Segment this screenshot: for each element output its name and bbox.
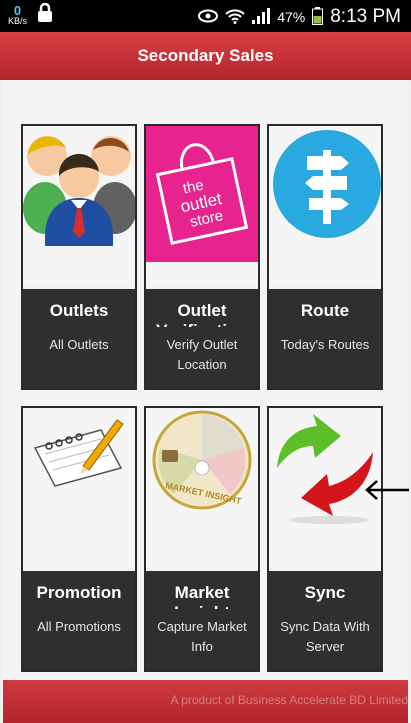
footer: A product of Business Accelerate BD Limi… bbox=[3, 680, 408, 723]
data-rate-value: 0 bbox=[13, 2, 22, 18]
battery-percent: 47% bbox=[277, 9, 306, 25]
sync-panel: Sync Sync Data With Server bbox=[269, 571, 381, 670]
promotion-tile[interactable]: Promotion All Promotions bbox=[21, 406, 137, 672]
promotion-panel: Promotion All Promotions bbox=[23, 571, 135, 670]
wifi-icon bbox=[225, 8, 245, 27]
tile-title: Promotion bbox=[36, 583, 122, 602]
route-panel: Route Today's Routes bbox=[269, 289, 381, 388]
tile-title: Outlets bbox=[49, 301, 109, 320]
tile-subtitle: Capture Market Info bbox=[157, 619, 247, 654]
app-bar: Secondary Sales bbox=[0, 32, 411, 80]
signpost-icon bbox=[269, 126, 381, 286]
market-insight-tile[interactable]: MARKET INSIGHT Market Insight Capture Ma… bbox=[144, 406, 260, 672]
page-title: Secondary Sales bbox=[137, 46, 274, 65]
main-content: Outlets All Outlets the outlet store Out… bbox=[3, 80, 408, 680]
outlets-panel: Outlets All Outlets bbox=[23, 289, 135, 388]
eye-icon bbox=[198, 9, 219, 26]
status-bar: 0 KB/s 47% 8:13 PM bbox=[0, 0, 411, 32]
people-group-icon bbox=[23, 126, 135, 286]
tile-title: Market Insight bbox=[174, 583, 230, 609]
data-rate-unit: KB/s bbox=[8, 15, 28, 26]
outlet-verification-panel: Outlet Verification Verify Outlet Locati… bbox=[146, 289, 258, 388]
tile-subtitle: All Promotions bbox=[37, 619, 121, 634]
tile-subtitle: Sync Data With Server bbox=[280, 619, 370, 654]
footer-credit: A product of Business Accelerate BD Limi… bbox=[170, 693, 408, 707]
tile-subtitle: Verify Outlet Location bbox=[166, 337, 238, 372]
clock: 8:13 PM bbox=[330, 6, 401, 27]
sync-tile[interactable]: Sync Sync Data With Server bbox=[267, 406, 383, 672]
battery-icon bbox=[312, 6, 324, 28]
notepad-pencil-icon bbox=[23, 408, 135, 568]
data-rate-indicator: 0 KB/s bbox=[8, 2, 28, 26]
status-left: 0 KB/s bbox=[8, 2, 53, 28]
route-tile[interactable]: Route Today's Routes bbox=[267, 124, 383, 390]
tile-subtitle: Today's Routes bbox=[280, 337, 370, 352]
market-insight-panel: Market Insight Capture Market Info bbox=[146, 571, 258, 670]
signal-icon bbox=[252, 7, 271, 27]
market-insight-logo-icon: MARKET INSIGHT bbox=[146, 408, 258, 568]
tile-title: Outlet Verification bbox=[156, 301, 248, 327]
tile-title: Sync bbox=[304, 583, 346, 602]
outlet-store-bag-icon: the outlet store bbox=[146, 126, 258, 286]
tile-subtitle: All Outlets bbox=[49, 337, 109, 352]
status-right: 47% 8:13 PM bbox=[198, 6, 401, 28]
pointer-arrow-icon bbox=[363, 478, 409, 507]
outlet-verification-tile[interactable]: the outlet store Outlet Verification Ver… bbox=[144, 124, 260, 390]
lock-icon bbox=[37, 2, 53, 28]
tile-title: Route bbox=[300, 301, 350, 320]
outlets-tile[interactable]: Outlets All Outlets bbox=[21, 124, 137, 390]
